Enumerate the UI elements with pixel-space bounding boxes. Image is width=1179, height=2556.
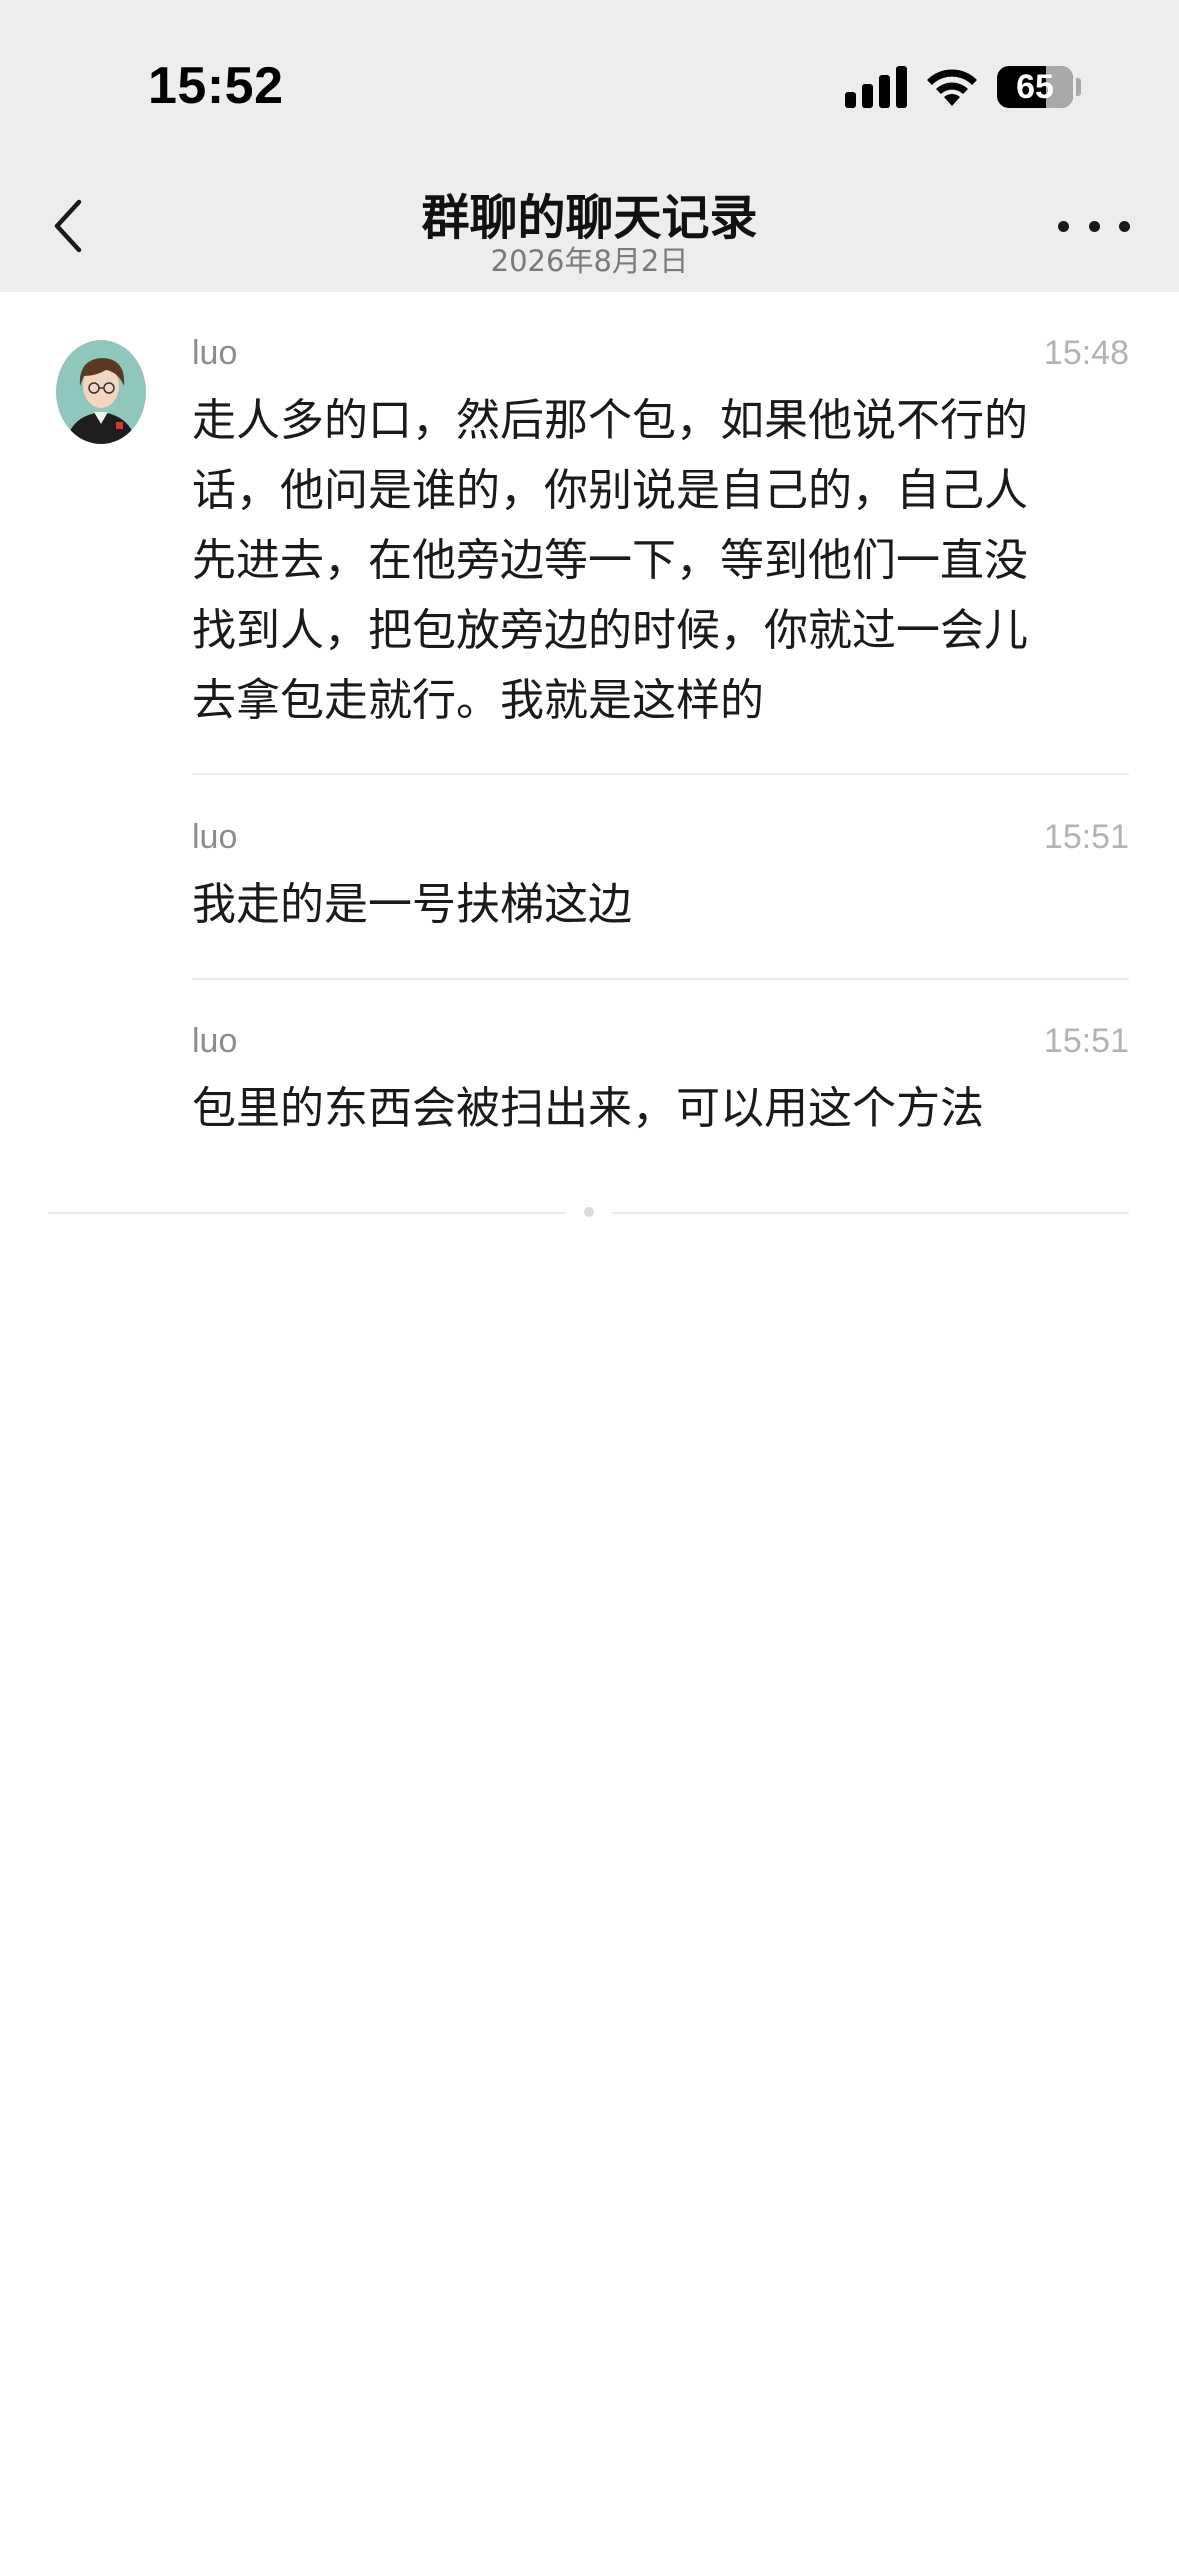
- message-line: 我走的是一号扶梯这边: [192, 879, 632, 930]
- message-sender: luo: [192, 334, 238, 372]
- end-separator-right: [612, 1212, 1129, 1214]
- end-separator-left: [48, 1212, 566, 1214]
- more-icon-dot: [1088, 220, 1100, 232]
- battery-icon: 65: [997, 66, 1073, 108]
- message-sender: luo: [192, 818, 238, 856]
- more-icon-dot: [1119, 220, 1130, 232]
- message-line: 找到人，把包放旁边的时候，你就过一会儿: [192, 605, 1028, 656]
- message-text: 我走的是一号扶梯这边: [192, 870, 1129, 940]
- message-time: 15:51: [1043, 818, 1129, 856]
- avatar[interactable]: [56, 340, 146, 444]
- message-line: 话，他问是谁的，你别说是自己的，自己人: [192, 465, 1028, 516]
- status-time: 15:52: [148, 57, 284, 115]
- message-divider: [192, 773, 1129, 775]
- cellular-signal-icon: [845, 66, 907, 108]
- message-line: 去拿包走就行。我就是这样的: [192, 675, 764, 726]
- message-item[interactable]: luo 15:51 包里的东西会被扫出来，可以用这个方法: [192, 1022, 1129, 1152]
- avatar-image: [56, 340, 146, 444]
- message-item[interactable]: luo 15:48 走人多的口，然后那个包，如果他说不行的 话，他问是谁的，你别…: [192, 334, 1129, 734]
- more-button[interactable]: [1058, 196, 1130, 256]
- message-text: 包里的东西会被扫出来，可以用这个方法: [192, 1074, 1129, 1144]
- wifi-icon: [927, 69, 977, 106]
- battery-percent: 65: [1016, 67, 1054, 106]
- message-line: 走人多的口，然后那个包，如果他说不行的: [192, 395, 1028, 446]
- end-separator-dot: [584, 1207, 594, 1217]
- message-sender: luo: [192, 1022, 238, 1060]
- message-text: 走人多的口，然后那个包，如果他说不行的 话，他问是谁的，你别说是自己的，自己人 …: [192, 386, 1129, 736]
- message-item[interactable]: luo 15:51 我走的是一号扶梯这边: [192, 818, 1129, 948]
- page-subtitle: 2026年8月2日: [490, 244, 689, 278]
- message-time: 15:51: [1043, 1022, 1129, 1060]
- message-line: 包里的东西会被扫出来，可以用这个方法: [192, 1083, 984, 1134]
- message-time: 15:48: [1043, 334, 1129, 372]
- message-divider: [192, 978, 1129, 980]
- battery-tip: [1076, 78, 1081, 96]
- more-icon-dot: [1058, 220, 1069, 232]
- message-line: 先进去，在他旁边等一下，等到他们一直没: [192, 535, 1028, 586]
